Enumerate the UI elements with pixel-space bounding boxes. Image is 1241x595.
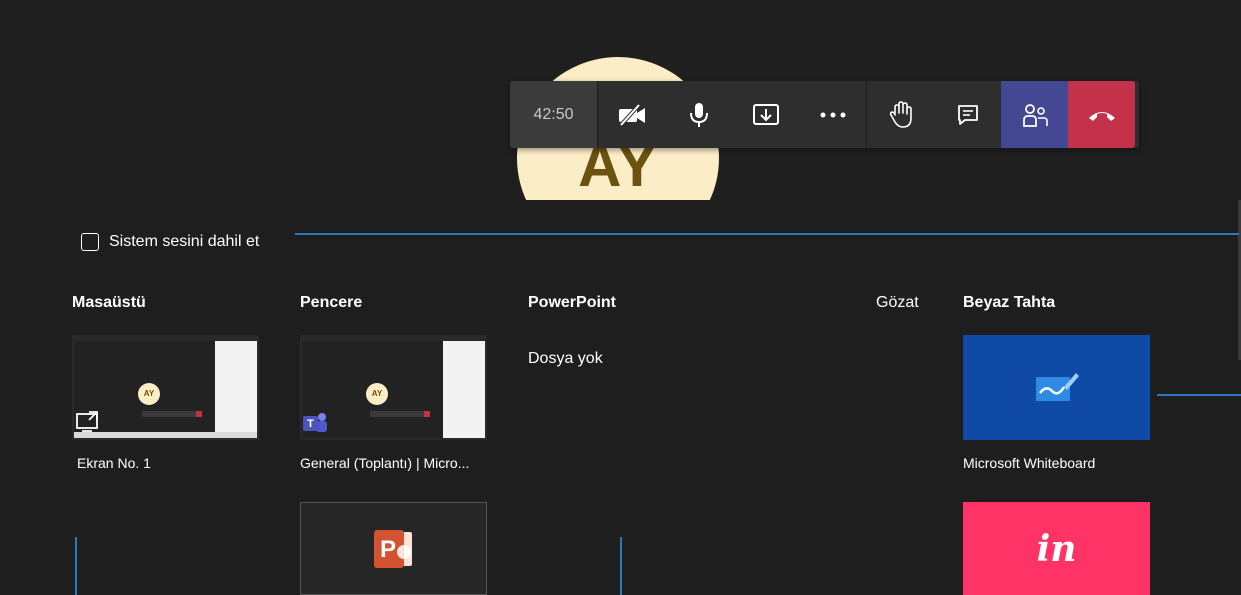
camera-off-icon	[618, 103, 645, 126]
preview-taskbar	[74, 432, 257, 438]
checkbox-box[interactable]	[81, 233, 99, 251]
powerpoint-window-thumbnail[interactable]: P	[300, 502, 487, 595]
invision-freehand-tile[interactable]: in	[963, 502, 1150, 595]
teams-app-icon: T	[303, 413, 327, 432]
raise-hand-icon	[889, 100, 912, 128]
show-participants-button[interactable]	[1001, 81, 1068, 148]
camera-toggle-button[interactable]	[598, 81, 665, 148]
chat-icon	[957, 104, 978, 125]
participants-icon	[1022, 103, 1048, 127]
focus-outline-left-2	[620, 537, 622, 595]
microsoft-whiteboard-tile[interactable]	[963, 335, 1150, 440]
powerpoint-icon: P	[373, 529, 412, 568]
focus-outline-top	[295, 233, 1239, 235]
preview-avatar: AY	[366, 383, 388, 405]
share-tray-icon	[752, 103, 779, 125]
microsoft-whiteboard-label: Microsoft Whiteboard	[963, 455, 1096, 471]
desktop-screen-label: Ekran No. 1	[77, 455, 151, 471]
include-system-audio-checkbox[interactable]: Sistem sesini dahil et	[81, 233, 259, 251]
whiteboard-column-title: Beyaz Tahta	[963, 294, 1056, 311]
svg-text:P: P	[379, 536, 395, 563]
powerpoint-column-title: PowerPoint	[528, 294, 617, 311]
invision-logo: in	[1036, 527, 1077, 570]
show-conversation-button[interactable]	[934, 81, 1001, 148]
more-icon	[820, 112, 845, 117]
browse-files-button[interactable]: Gözat	[876, 294, 919, 312]
focus-outline-left-1	[75, 537, 77, 595]
preview-avatar: AY	[138, 383, 160, 405]
window-label: General (Toplantı) | Micro...	[300, 455, 470, 471]
meeting-timer: 42:50	[510, 81, 598, 148]
preview-hangup	[424, 411, 430, 417]
desktop-column-title: Masaüstü	[72, 294, 146, 311]
hangup-icon	[1088, 111, 1115, 121]
hang-up-button[interactable]	[1068, 81, 1135, 148]
preview-toolbar	[142, 411, 202, 417]
share-content-button[interactable]	[732, 81, 799, 148]
window-thumbnail[interactable]: AY T	[300, 335, 487, 440]
preview-hangup	[196, 411, 202, 417]
raise-hand-button[interactable]	[867, 81, 934, 148]
screen-preview: AY	[74, 341, 257, 438]
microphone-icon	[689, 102, 708, 127]
preview-side-panel	[443, 341, 485, 438]
whiteboard-icon	[1035, 372, 1079, 401]
powerpoint-no-file-text: Dosya yok	[528, 350, 603, 367]
more-actions-button[interactable]	[799, 81, 866, 148]
screen-share-icon	[76, 411, 98, 432]
focus-outline-right	[1157, 394, 1241, 396]
svg-text:T: T	[307, 418, 314, 430]
preview-toolbar	[370, 411, 430, 417]
preview-side-panel	[215, 341, 257, 438]
desktop-screen-thumbnail[interactable]: AY	[72, 335, 259, 440]
include-system-audio-label: Sistem sesini dahil et	[109, 233, 260, 250]
window-column-title: Pencere	[300, 294, 363, 311]
meeting-toolbar: 42:50	[510, 81, 1139, 148]
mic-toggle-button[interactable]	[665, 81, 732, 148]
window-preview: AY	[302, 341, 485, 438]
